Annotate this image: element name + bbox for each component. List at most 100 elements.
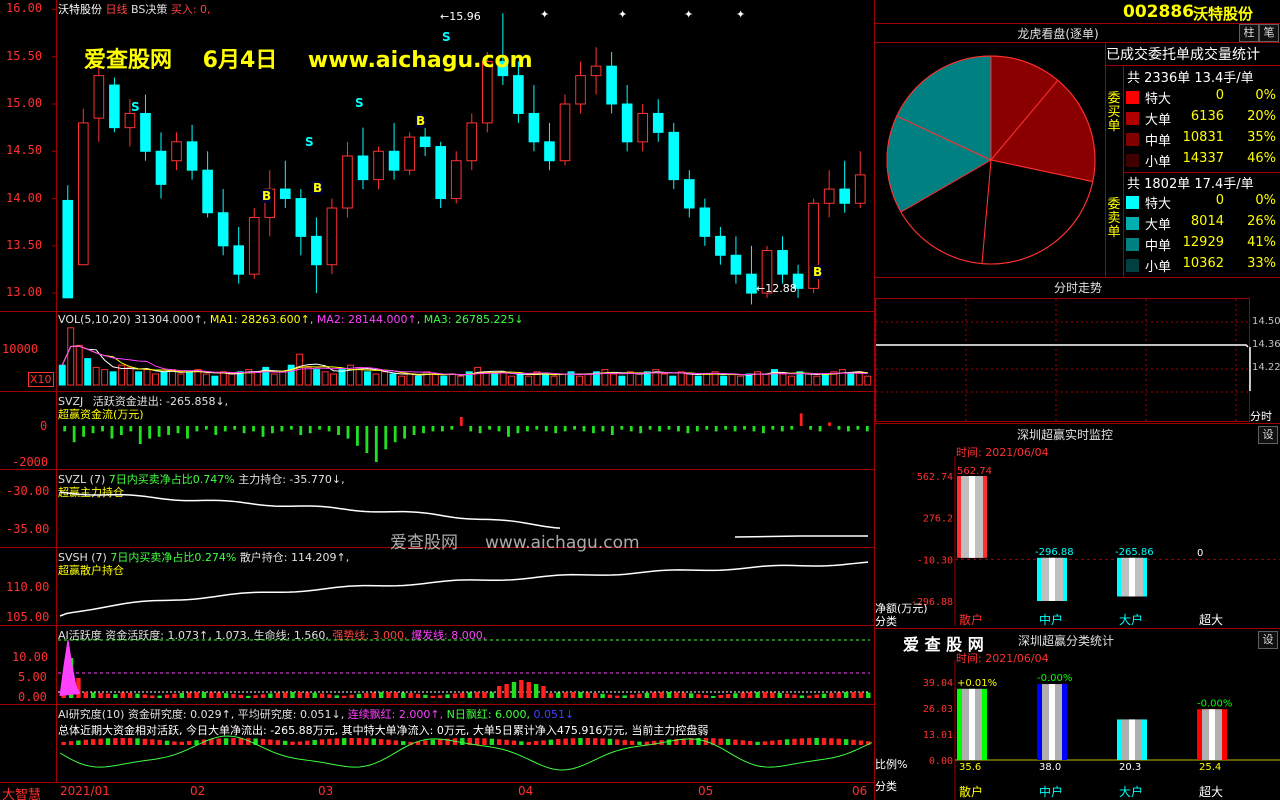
activity-bar bbox=[858, 692, 864, 698]
activity-bar bbox=[312, 692, 317, 698]
buy-mark: B bbox=[812, 265, 824, 279]
activity-bar bbox=[290, 692, 295, 698]
main-position-line bbox=[734, 535, 868, 538]
activity-bar bbox=[474, 692, 480, 698]
activity-bar bbox=[223, 693, 229, 698]
color-swatch bbox=[1126, 112, 1139, 125]
class-title: 深圳超赢分类统计 bbox=[1018, 634, 1115, 648]
research-bar bbox=[570, 738, 576, 745]
ai-research-panel[interactable]: AI研究度(10) 资金研究度: 0.029↑, 平均研究度: 0.051↓, … bbox=[0, 705, 874, 783]
svsh-chart bbox=[59, 561, 869, 617]
research-bar bbox=[282, 740, 288, 745]
research-bar bbox=[792, 738, 797, 745]
volume-bar bbox=[431, 373, 439, 386]
class-change-label: -0.00% bbox=[1197, 698, 1232, 709]
activity-bar bbox=[497, 686, 502, 698]
sell-mark: S bbox=[305, 135, 314, 149]
monitor-category: 散户 bbox=[959, 612, 983, 626]
activity-bar bbox=[83, 691, 89, 698]
volume-bar bbox=[804, 373, 812, 386]
activity-bar bbox=[150, 695, 155, 698]
activity-bar bbox=[799, 695, 805, 698]
research-bar bbox=[61, 742, 66, 745]
volume-bar bbox=[321, 371, 329, 386]
flow-bar bbox=[780, 426, 784, 432]
bar-mode-button[interactable]: 柱 bbox=[1239, 24, 1259, 42]
candle bbox=[715, 235, 726, 256]
svzj-panel[interactable]: SVZJ 活跃资金进出: -265.858↓, 超赢资金流(万元) 0 -200… bbox=[0, 392, 874, 470]
activity-bar bbox=[452, 693, 458, 698]
flow-bar bbox=[101, 426, 104, 432]
class-value-label: 20.3 bbox=[1119, 762, 1141, 773]
activity-bar bbox=[770, 692, 775, 698]
buy-mark: B bbox=[415, 114, 427, 128]
research-bar bbox=[349, 738, 354, 745]
research-bar bbox=[784, 739, 790, 745]
research-bar bbox=[327, 738, 332, 745]
activity-bar bbox=[511, 682, 517, 698]
candle bbox=[93, 75, 105, 119]
monitor-category: 大户 bbox=[1119, 612, 1143, 626]
candle bbox=[839, 188, 851, 204]
research-bar bbox=[290, 741, 295, 745]
volume-bar bbox=[101, 369, 109, 386]
research-bar bbox=[556, 739, 561, 745]
flow-bar bbox=[110, 426, 114, 439]
volume-bar bbox=[762, 373, 770, 386]
stock-header: 002886 沃特股份 bbox=[875, 0, 1280, 24]
monitor-tick: -10.30 bbox=[917, 555, 953, 566]
flow-bar bbox=[299, 426, 303, 435]
activity-bar bbox=[268, 693, 273, 698]
flow-bar bbox=[91, 426, 95, 434]
svsh-panel[interactable]: SVSH (7) 7日内买卖净占比0.274% 散户持仓: 114.209↑, … bbox=[0, 548, 874, 626]
flow-bar bbox=[63, 426, 67, 432]
research-bar bbox=[135, 738, 140, 745]
volume-bar bbox=[516, 373, 524, 386]
candle bbox=[652, 112, 664, 133]
activity-bar bbox=[423, 694, 428, 698]
class-xlabel: 分类 bbox=[875, 780, 897, 793]
flow-bar bbox=[337, 426, 340, 435]
volume-bar bbox=[508, 375, 516, 386]
sell-mark: S bbox=[442, 30, 451, 44]
ai-active-panel[interactable]: AI活跃度 资金活跃度: 1.073↑, 1.073, 生命线: 1.560, … bbox=[0, 626, 874, 705]
flow-bar bbox=[384, 426, 388, 450]
volume-panel[interactable]: VOL(5,10,20) 31304.000↑, MA1: 28263.600↑… bbox=[0, 312, 874, 392]
timeshare-panel[interactable] bbox=[875, 298, 1251, 423]
flow-bar bbox=[705, 426, 709, 430]
candle bbox=[621, 103, 633, 143]
activity-bar bbox=[585, 692, 591, 698]
volume-bar bbox=[313, 369, 321, 386]
volume-bar bbox=[279, 371, 287, 386]
research-bar bbox=[578, 738, 583, 745]
ts-unit: 分时 bbox=[1250, 410, 1272, 423]
research-bar bbox=[378, 739, 384, 745]
flow-bar bbox=[535, 426, 539, 430]
bar-highlight bbox=[1049, 557, 1055, 601]
candle bbox=[186, 141, 198, 171]
flow-bar bbox=[308, 426, 312, 434]
class-settings-button[interactable]: 设 bbox=[1258, 631, 1278, 649]
activity-bar bbox=[246, 695, 251, 698]
monitor-settings-button[interactable]: 设 bbox=[1258, 426, 1278, 444]
ts-price-line bbox=[876, 344, 1249, 348]
research-bar bbox=[164, 740, 170, 745]
research-bar bbox=[747, 741, 753, 745]
activity-bar bbox=[578, 692, 583, 698]
activity-bar bbox=[378, 692, 384, 698]
flow-bar bbox=[129, 426, 133, 432]
activity-bar bbox=[563, 692, 568, 698]
candlestick-panel[interactable]: 沃特股份 日线 BS决策 买入: 0, 16.00 15.50 15.00 14.50… bbox=[0, 0, 874, 312]
volume-bar bbox=[576, 375, 583, 386]
activity-bar bbox=[201, 692, 207, 698]
flow-bar bbox=[280, 426, 284, 432]
tick-mode-button[interactable]: 笔 bbox=[1259, 24, 1279, 42]
activity-bar bbox=[637, 693, 642, 698]
volume-bar bbox=[635, 373, 643, 386]
bar-highlight bbox=[1129, 719, 1135, 760]
svzl-panel[interactable]: SVZL (7) 7日内买卖净占比0.747% 主力持仓: -35.770↓, … bbox=[0, 470, 874, 553]
activity-bar bbox=[489, 692, 495, 698]
x-tick-label: 06 bbox=[852, 784, 868, 798]
flow-bar bbox=[148, 426, 152, 439]
volume-bar bbox=[550, 375, 558, 386]
